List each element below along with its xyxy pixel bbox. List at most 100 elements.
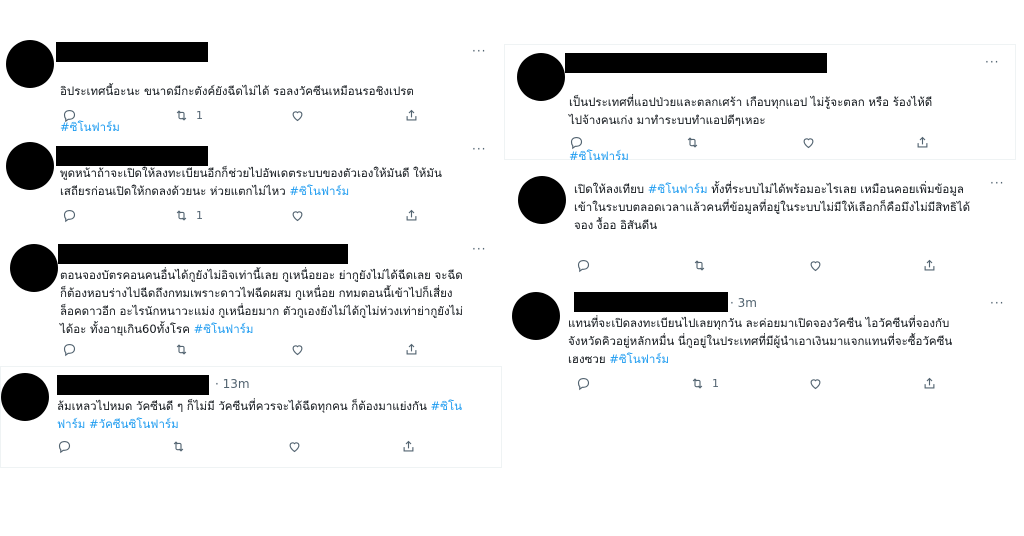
share-button[interactable]	[915, 135, 930, 150]
more-options-icon[interactable]: ···	[472, 242, 486, 256]
like-icon	[292, 111, 303, 122]
tweet-body: เป็นประเทศที่แอปป่วยและตลกเศร้า เกือบทุก…	[569, 95, 933, 127]
hashtag-link[interactable]: #ซิโนฟาร์ม	[289, 184, 349, 198]
redacted-username	[574, 292, 728, 312]
tweet-body: เปิดให้ลงเทียบ	[574, 182, 645, 196]
tweet-4: · 13m ล้มเหลวไปหมด วัคซีนดี ๆ ก็ไม่มี วั…	[0, 366, 502, 468]
reply-button[interactable]	[569, 135, 584, 150]
share-button[interactable]	[404, 208, 419, 223]
like-button[interactable]	[287, 439, 302, 454]
reply-icon	[63, 343, 76, 357]
like-icon	[810, 261, 821, 272]
more-options-icon[interactable]: ···	[472, 142, 486, 156]
reply-icon	[577, 259, 590, 273]
reply-icon	[63, 109, 76, 123]
more-options-icon[interactable]: ···	[472, 44, 486, 58]
reply-icon	[577, 377, 590, 391]
avatar[interactable]	[517, 53, 565, 101]
retweet-icon	[687, 137, 698, 148]
hashtag-link[interactable]: #ซิโนฟาร์ม	[194, 322, 254, 336]
action-bar: 1	[576, 376, 976, 394]
more-options-icon[interactable]: ···	[990, 296, 1004, 310]
retweet-icon	[173, 441, 184, 452]
tweet-body: ตอนจองบัตรคอนคนอื่นได้กูยังไม่อิจเท่านี้…	[60, 268, 463, 336]
like-icon	[810, 379, 821, 390]
like-button[interactable]	[290, 342, 305, 357]
like-icon	[289, 442, 300, 453]
reply-icon	[570, 136, 583, 150]
tweet-5: ··· เป็นประเทศที่แอปป่วยและตลกเศร้า เกือ…	[504, 44, 1016, 163]
action-bar: 1	[62, 108, 442, 126]
retweet-button[interactable]: 1	[174, 108, 203, 123]
tweet-timestamp[interactable]: · 3m	[730, 296, 757, 310]
tweet-7: · 3m ··· แทนที่จะเปิดลงทะเบียนไปเลยทุกวั…	[504, 288, 1014, 404]
reply-button[interactable]	[57, 439, 72, 454]
like-button[interactable]	[808, 258, 823, 273]
share-button[interactable]	[401, 439, 416, 454]
reply-icon	[58, 440, 71, 454]
redacted-username	[565, 53, 827, 73]
like-button[interactable]	[290, 108, 305, 123]
tweet-6: ··· เปิดให้ลงเทียบ #ซิโนฟาร์ม ทั้งที่ระบ…	[504, 168, 1014, 284]
retweet-icon	[692, 378, 703, 389]
redacted-username	[56, 42, 208, 62]
retweet-button[interactable]	[171, 439, 186, 454]
retweet-button[interactable]: 1	[690, 376, 719, 391]
reply-button[interactable]	[576, 376, 591, 391]
reply-button[interactable]	[62, 342, 77, 357]
like-button[interactable]	[290, 208, 305, 223]
avatar[interactable]	[6, 142, 54, 190]
share-icon	[406, 343, 417, 355]
share-icon	[406, 109, 417, 121]
share-icon	[403, 440, 414, 452]
reply-button[interactable]	[62, 208, 77, 223]
like-icon	[803, 138, 814, 149]
action-bar	[576, 258, 976, 276]
share-button[interactable]	[922, 258, 937, 273]
hashtag-link[interactable]: #ซิโนฟาร์ม	[648, 182, 708, 196]
retweet-button[interactable]	[685, 135, 700, 150]
share-icon	[924, 377, 935, 389]
retweet-icon	[694, 260, 705, 271]
avatar[interactable]	[10, 244, 58, 292]
tweet-3: ··· ตอนจองบัตรคอนคนอื่นได้กูยังไม่อิจเท่…	[0, 236, 500, 364]
redacted-username	[57, 375, 209, 395]
reply-icon	[63, 209, 76, 223]
retweet-count: 1	[712, 377, 719, 390]
action-bar: 1	[62, 208, 442, 226]
redacted-username	[56, 146, 208, 166]
avatar[interactable]	[6, 40, 54, 88]
share-button[interactable]	[404, 108, 419, 123]
like-button[interactable]	[801, 135, 816, 150]
avatar[interactable]	[512, 292, 560, 340]
tweet-text: ตอนจองบัตรคอนคนอื่นได้กูยังไม่อิจเท่านี้…	[60, 266, 490, 338]
share-icon	[917, 136, 928, 148]
share-button[interactable]	[404, 342, 419, 357]
action-bar	[569, 135, 969, 153]
retweet-icon	[176, 210, 187, 221]
avatar[interactable]	[1, 373, 49, 421]
retweet-icon	[176, 344, 187, 355]
tweet-text: แทนที่จะเปิดลงทะเบียนไปเลยทุกวัน ละค่อยม…	[568, 314, 1008, 368]
tweet-timestamp[interactable]: · 13m	[215, 377, 250, 391]
retweet-button[interactable]: 1	[174, 208, 203, 223]
avatar[interactable]	[518, 176, 566, 224]
reply-button[interactable]	[62, 108, 77, 123]
tweet-2: ··· พูดหน้าถ้าจะเปิดให้ลงทะเบียนอีกก็ช่ว…	[0, 138, 500, 232]
like-button[interactable]	[808, 376, 823, 391]
reply-button[interactable]	[576, 258, 591, 273]
tweet-text: ล้มเหลวไปหมด วัคซีนดี ๆ ก็ไม่มี วัคซีนที…	[57, 397, 487, 433]
like-icon	[292, 211, 303, 222]
share-icon	[406, 209, 417, 221]
retweet-icon	[176, 110, 187, 121]
share-button[interactable]	[922, 376, 937, 391]
tweet-text: พูดหน้าถ้าจะเปิดให้ลงทะเบียนอีกก็ช่วยไปอ…	[60, 164, 490, 200]
like-icon	[292, 345, 303, 356]
retweet-count: 1	[196, 109, 203, 122]
hashtag-link[interactable]: #ซิโนฟาร์ม	[609, 352, 669, 366]
tweet-body: อิประเทศนี้อะนะ ขนาดมีกะตังค์ยังฉีดไม่ได…	[60, 84, 414, 98]
more-options-icon[interactable]: ···	[985, 55, 999, 69]
retweet-button[interactable]	[692, 258, 707, 273]
retweet-button[interactable]	[174, 342, 189, 357]
redacted-username	[58, 244, 348, 264]
